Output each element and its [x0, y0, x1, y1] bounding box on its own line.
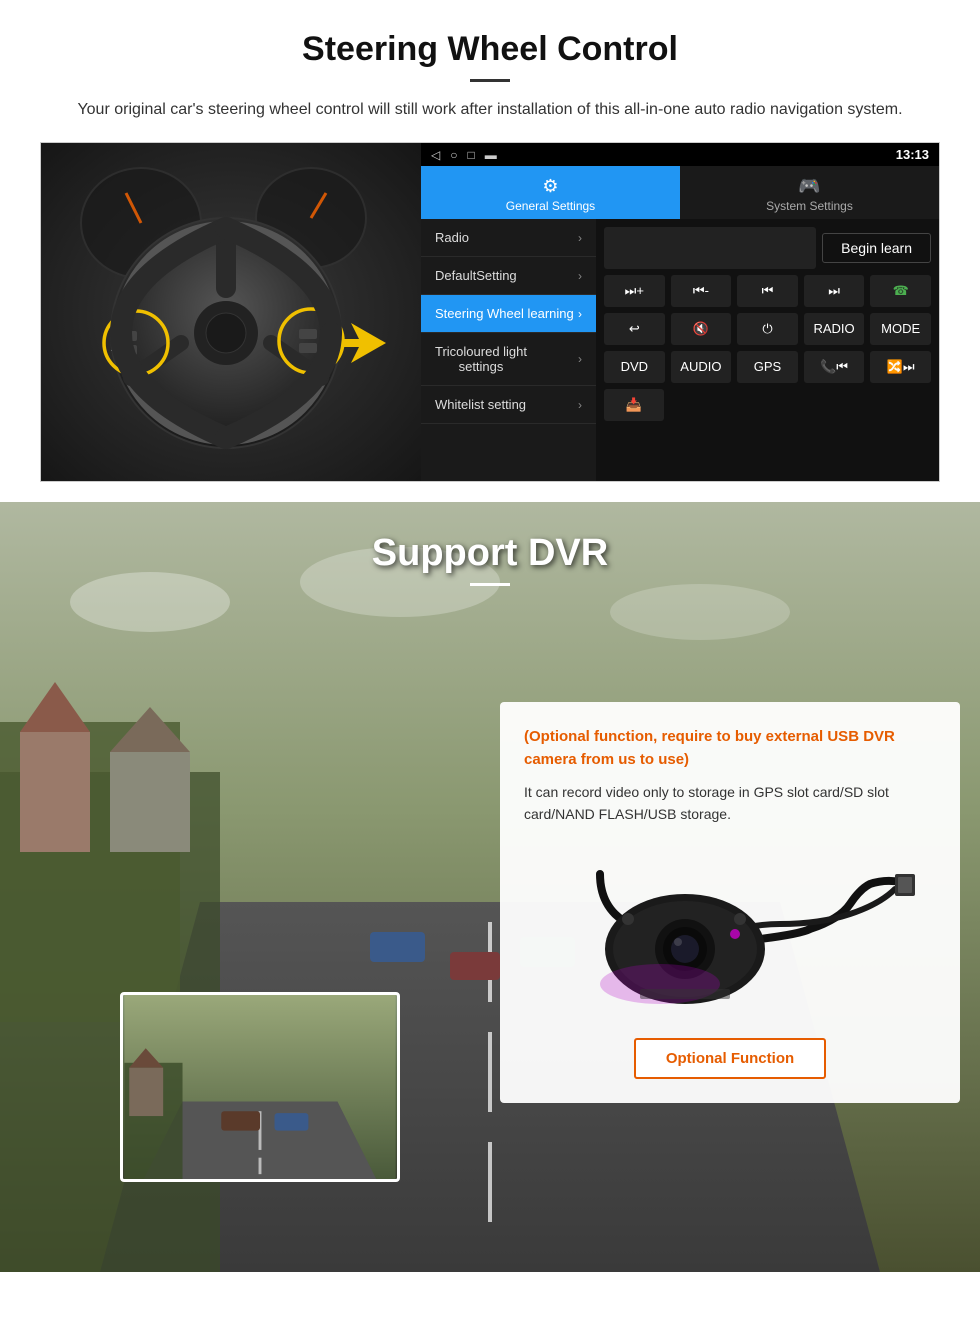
- audio-button[interactable]: AUDIO: [671, 351, 732, 383]
- dvr-thumbnail: [120, 992, 400, 1182]
- steering-section: Steering Wheel Control Your original car…: [0, 0, 980, 502]
- chevron-icon: ›: [578, 269, 582, 283]
- phone-prev-button[interactable]: 📞⏮: [804, 351, 865, 383]
- back-icon: ◁: [431, 148, 440, 162]
- menu-radio-label: Radio: [435, 230, 469, 245]
- dvr-description: It can record video only to storage in G…: [524, 781, 936, 826]
- back-button[interactable]: ↩: [604, 313, 665, 345]
- android-tabs: ⚙ General Settings 🎮 System Settings: [421, 166, 939, 219]
- section-subtitle: Your original car's steering wheel contr…: [60, 98, 920, 122]
- menu-item-whitelist[interactable]: Whitelist setting ›: [421, 386, 596, 424]
- android-ui-panel: ◁ ○ □ ▬ 13:13 ⚙ General Settings 🎮 Syste…: [421, 143, 939, 481]
- steering-ui-panel: + -: [40, 142, 940, 482]
- control-panel: Begin learn ⏭+ ⏮- ⏮ ⏭ ☎ ↩ 🔇 ⏻: [596, 219, 939, 481]
- menu-item-radio[interactable]: Radio ›: [421, 219, 596, 257]
- settings-icon: ⚙: [426, 176, 675, 197]
- mode-button[interactable]: MODE: [870, 313, 931, 345]
- dvr-section-title: Support DVR: [0, 532, 980, 575]
- control-row-3: DVD AUDIO GPS 📞⏮ 🔀⏭: [604, 351, 931, 383]
- recent-icon: □: [467, 148, 474, 162]
- begin-learn-button[interactable]: Begin learn: [822, 233, 931, 263]
- dvr-background: Support DVR: [0, 502, 980, 1272]
- dvd-button[interactable]: DVD: [604, 351, 665, 383]
- android-body: Radio › DefaultSetting › Steering Wheel …: [421, 219, 939, 481]
- shuffle-next-button[interactable]: 🔀⏭: [870, 351, 931, 383]
- vol-up-button[interactable]: ⏭+: [604, 275, 665, 307]
- vol-down-button[interactable]: ⏮-: [671, 275, 732, 307]
- dvr-optional-notice: (Optional function, require to buy exter…: [524, 726, 936, 771]
- system-icon: 🎮: [685, 176, 934, 197]
- tab-general-settings[interactable]: ⚙ General Settings: [421, 166, 680, 219]
- chevron-icon: ›: [578, 307, 582, 321]
- status-left: ◁ ○ □ ▬: [431, 148, 497, 162]
- menu-whitelist-label: Whitelist setting: [435, 397, 526, 412]
- steering-wheel-photo: + -: [41, 143, 421, 482]
- dvr-title-block: Support DVR: [0, 502, 980, 586]
- control-row-2: ↩ 🔇 ⏻ RADIO MODE: [604, 313, 931, 345]
- mute-button[interactable]: 🔇: [671, 313, 732, 345]
- control-row-1: ⏭+ ⏮- ⏮ ⏭ ☎: [604, 275, 931, 307]
- chevron-icon: ›: [578, 398, 582, 412]
- dvr-camera-image: [524, 842, 936, 1022]
- record-button[interactable]: 📥: [604, 389, 664, 421]
- dvr-divider: [470, 583, 510, 586]
- menu-default-label: DefaultSetting: [435, 268, 517, 283]
- home-icon: ○: [450, 148, 457, 162]
- menu-item-default[interactable]: DefaultSetting ›: [421, 257, 596, 295]
- optional-function-button[interactable]: Optional Function: [634, 1038, 826, 1079]
- status-time: 13:13: [896, 147, 929, 162]
- chevron-icon: ›: [578, 231, 582, 245]
- status-bar: ◁ ○ □ ▬ 13:13: [421, 143, 939, 166]
- menu-item-steering-wheel[interactable]: Steering Wheel learning ›: [421, 295, 596, 333]
- learn-row: Begin learn: [604, 227, 931, 269]
- menu-steering-label: Steering Wheel learning: [435, 306, 574, 321]
- title-divider: [470, 79, 510, 82]
- tab-general-label: General Settings: [426, 199, 675, 213]
- next-button[interactable]: ⏭: [804, 275, 865, 307]
- power-button[interactable]: ⏻: [737, 313, 798, 345]
- menu-tricolour-label: Tricoloured lightsettings: [435, 344, 527, 374]
- page-title: Steering Wheel Control: [40, 30, 940, 69]
- menu-item-tricolour[interactable]: Tricoloured lightsettings ›: [421, 333, 596, 386]
- gps-button[interactable]: GPS: [737, 351, 798, 383]
- tab-system-label: System Settings: [685, 199, 934, 213]
- chevron-icon: ›: [578, 352, 582, 366]
- radio-button[interactable]: RADIO: [804, 313, 865, 345]
- tab-system-settings[interactable]: 🎮 System Settings: [680, 166, 939, 219]
- control-row-4: 📥: [604, 389, 931, 421]
- menu-panel: Radio › DefaultSetting › Steering Wheel …: [421, 219, 596, 481]
- dvr-section: Support DVR: [0, 502, 980, 1272]
- phone-button[interactable]: ☎: [870, 275, 931, 307]
- learn-input-area: [604, 227, 816, 269]
- prev-button[interactable]: ⏮: [737, 275, 798, 307]
- menu-icon: ▬: [485, 148, 497, 162]
- dvr-info-card: (Optional function, require to buy exter…: [500, 702, 960, 1103]
